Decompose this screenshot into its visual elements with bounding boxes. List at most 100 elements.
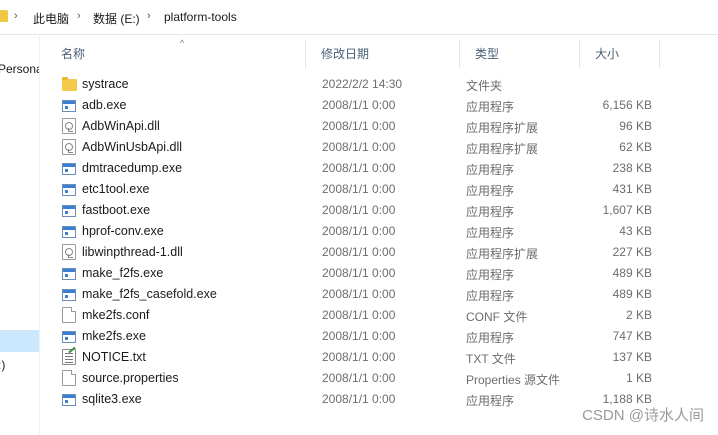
file-modified-date: 2008/1/1 0:00 [322,392,396,406]
file-modified-date: 2008/1/1 0:00 [322,161,396,175]
file-size: 431 KB [612,182,652,196]
file-modified-date: 2008/1/1 0:00 [322,140,396,154]
file-row[interactable]: adb.exe 2008/1/1 0:00 应用程序 6,156 KB [46,95,686,116]
file-row[interactable]: AdbWinApi.dll 2008/1/1 0:00 应用程序扩展 96 KB [46,116,686,137]
file-type: 应用程序 [466,331,515,345]
column-header-size[interactable]: 大小 [580,40,660,68]
file-row[interactable]: mke2fs.exe 2008/1/1 0:00 应用程序 747 KB [46,326,686,347]
file-type: 应用程序扩展 [466,121,539,135]
file-name: make_f2fs.exe [82,266,164,280]
file-size: 137 KB [612,350,652,364]
file-modified-date: 2008/1/1 0:00 [322,224,396,238]
exe-icon [62,184,76,196]
file-modified-date: 2008/1/1 0:00 [322,98,396,112]
exe-icon [62,268,76,280]
nav-item-personal[interactable]: Persona [0,62,39,76]
file-name: AdbWinUsbApi.dll [82,140,183,154]
file-type: 应用程序 [466,100,515,114]
file-row[interactable]: hprof-conv.exe 2008/1/1 0:00 应用程序 43 KB [46,221,686,242]
file-size: 227 KB [612,245,652,259]
address-bar[interactable]: › 此电脑 › 数据 (E:) › platform-tools [0,0,718,35]
text-file-icon [62,349,76,365]
file-type: 应用程序 [466,184,515,198]
nav-item-drive[interactable]: :) [0,358,5,372]
file-modified-date: 2008/1/1 0:00 [322,119,396,133]
chevron-right-icon[interactable]: › [77,10,81,22]
file-modified-date: 2022/2/2 14:30 [322,77,403,91]
file-name: source.properties [82,371,179,385]
exe-icon [62,289,76,301]
nav-item-selected[interactable] [0,330,39,352]
folder-icon [0,10,8,22]
file-modified-date: 2008/1/1 0:00 [322,266,396,280]
file-modified-date: 2008/1/1 0:00 [322,308,396,322]
file-name: etc1tool.exe [82,182,150,196]
file-size: 96 KB [619,119,652,133]
file-size: 1,607 KB [602,203,652,217]
file-modified-date: 2008/1/1 0:00 [322,329,396,343]
breadcrumb-platform-tools[interactable]: platform-tools [164,10,237,24]
exe-icon [62,205,76,217]
column-header-type[interactable]: 类型 [460,40,580,68]
file-type: 应用程序 [466,205,515,219]
file-modified-date: 2008/1/1 0:00 [322,350,396,364]
column-header-row: ^ 名称 修改日期 类型 大小 [46,38,718,68]
file-size: 1 KB [625,371,652,385]
folder-icon [62,77,77,91]
file-modified-date: 2008/1/1 0:00 [322,371,396,385]
file-type: 应用程序 [466,394,515,408]
file-row[interactable]: make_f2fs.exe 2008/1/1 0:00 应用程序 489 KB [46,263,686,284]
file-modified-date: 2008/1/1 0:00 [322,182,396,196]
file-size: 43 KB [619,224,652,238]
exe-icon [62,100,76,112]
breadcrumb-drive-e[interactable]: 数据 (E:) [93,10,140,27]
file-row[interactable]: systrace 2022/2/2 14:30 文件夹 [46,74,686,95]
watermark: CSDN @诗水人间 [582,407,704,424]
navigation-pane[interactable]: Persona :) [0,36,40,435]
file-list: systrace 2022/2/2 14:30 文件夹 adb.exe 2008/1/1… [46,74,686,410]
file-row[interactable]: libwinpthread-1.dll 2008/1/1 0:00 应用程序扩展 22… [46,242,686,263]
document-icon [62,370,76,386]
file-row[interactable]: dmtracedump.exe 2008/1/1 0:00 应用程序 238 KB [46,158,686,179]
file-modified-date: 2008/1/1 0:00 [322,287,396,301]
file-size: 6,156 KB [602,98,652,112]
file-type: Properties 源文件 [466,373,561,387]
file-size: 747 KB [612,329,652,343]
file-name: mke2fs.exe [82,329,146,343]
file-name: adb.exe [82,98,127,112]
file-name: sqlite3.exe [82,392,142,406]
chevron-right-icon[interactable]: › [147,10,151,22]
file-name: NOTICE.txt [82,350,146,364]
column-header-name[interactable]: 名称 [46,40,306,68]
file-row[interactable]: fastboot.exe 2008/1/1 0:00 应用程序 1,607 KB [46,200,686,221]
file-type: 应用程序 [466,289,515,303]
file-row[interactable]: mke2fs.conf 2008/1/1 0:00 CONF 文件 2 KB [46,305,686,326]
breadcrumb-this-pc[interactable]: 此电脑 [33,10,69,27]
file-name: hprof-conv.exe [82,224,164,238]
file-type: 应用程序 [466,163,515,177]
exe-icon [62,163,76,175]
file-row[interactable]: NOTICE.txt 2008/1/1 0:00 TXT 文件 137 KB [46,347,686,368]
file-modified-date: 2008/1/1 0:00 [322,203,396,217]
exe-icon [62,394,76,406]
file-name: AdbWinApi.dll [82,119,160,133]
file-name: libwinpthread-1.dll [82,245,183,259]
column-header-date[interactable]: 修改日期 [306,40,460,68]
file-type: 应用程序 [466,268,515,282]
file-row[interactable]: make_f2fs_casefold.exe 2008/1/1 0:00 应用程序 4… [46,284,686,305]
file-row[interactable]: AdbWinUsbApi.dll 2008/1/1 0:00 应用程序扩展 62 KB [46,137,686,158]
chevron-right-icon[interactable]: › [14,10,18,22]
file-modified-date: 2008/1/1 0:00 [322,245,396,259]
file-type: TXT 文件 [466,352,516,366]
document-icon [62,307,76,323]
file-size: 62 KB [619,140,652,154]
file-type: 文件夹 [466,79,503,93]
file-size: 489 KB [612,287,652,301]
file-name: systrace [82,77,129,91]
file-type: 应用程序扩展 [466,247,539,261]
file-row[interactable]: source.properties 2008/1/1 0:00 Properties… [46,368,686,389]
file-name: dmtracedump.exe [82,161,183,175]
dll-icon [62,118,76,134]
file-row[interactable]: etc1tool.exe 2008/1/1 0:00 应用程序 431 KB [46,179,686,200]
file-type: CONF 文件 [466,310,528,324]
